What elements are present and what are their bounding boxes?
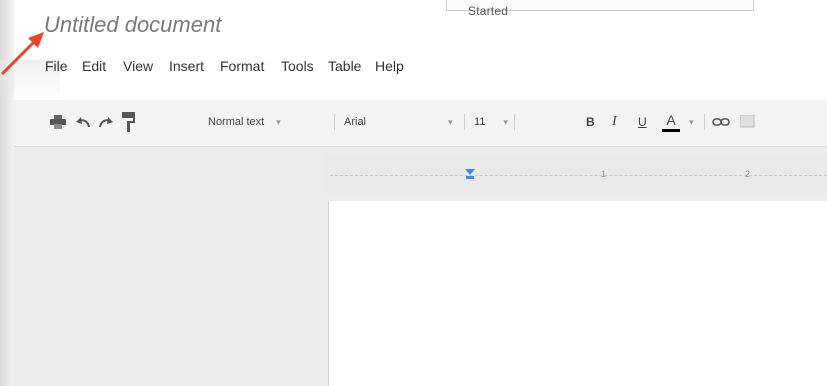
menu-help[interactable]: Help [375, 58, 404, 74]
document-workspace: 1 2 [14, 147, 827, 386]
font-size-value: 11 [474, 116, 486, 128]
font-select[interactable]: Arial ▾ [344, 110, 453, 134]
chevron-down-icon: ▾ [276, 116, 281, 127]
paint-format-button[interactable] [122, 110, 138, 134]
toolbar-divider [464, 114, 465, 130]
menu-tools[interactable]: Tools [281, 58, 314, 74]
bold-button[interactable]: B [586, 110, 595, 134]
paint-format-icon [122, 112, 135, 132]
text-color-label: A [666, 111, 676, 128]
menu-view[interactable]: View [123, 58, 153, 74]
undo-button[interactable] [75, 110, 93, 134]
text-color-swatch [662, 128, 680, 132]
chevron-down-icon: ▾ [689, 116, 694, 127]
ruler-label: 1 [601, 169, 607, 179]
menu-table[interactable]: Table [328, 58, 361, 74]
menu-file[interactable]: File [45, 58, 68, 74]
insert-comment-button[interactable] [740, 110, 760, 134]
document-page[interactable] [328, 201, 827, 386]
print-button[interactable] [50, 110, 68, 134]
paragraph-style-select[interactable]: Normal text ▾ [208, 110, 281, 134]
menu-edit[interactable]: Edit [82, 58, 106, 74]
print-icon [50, 115, 66, 129]
chevron-down-icon: ▾ [448, 116, 453, 127]
italic-button[interactable]: I [612, 110, 617, 134]
underline-button[interactable]: U [638, 110, 647, 134]
formatting-toolbar: Normal text ▾ Arial ▾ 11 ▾ B I U A ▾ [14, 100, 827, 147]
paragraph-style-value: Normal text [208, 116, 265, 128]
annotation-arrow [0, 32, 44, 76]
toolbar-divider [704, 114, 705, 130]
link-icon [712, 118, 730, 126]
redo-icon [99, 117, 113, 128]
tooltip-text: Started [468, 4, 509, 18]
text-color-button[interactable]: A [662, 110, 680, 134]
ruler-label: 2 [745, 169, 751, 179]
menu-format[interactable]: Format [220, 58, 264, 74]
font-value: Arial [344, 116, 367, 128]
horizontal-ruler[interactable]: 1 2 [324, 153, 827, 193]
ruler-track [330, 175, 827, 177]
toolbar-divider [334, 114, 335, 130]
chevron-down-icon: ▾ [503, 116, 508, 127]
indent-marker-icon[interactable] [465, 169, 475, 179]
comment-icon [740, 115, 755, 128]
document-title[interactable]: Untitled document [44, 12, 221, 38]
insert-link-button[interactable] [712, 110, 732, 134]
menu-insert[interactable]: Insert [169, 58, 204, 74]
undo-icon [76, 117, 90, 128]
toolbar-divider [514, 114, 515, 130]
redo-button[interactable] [98, 110, 116, 134]
font-size-select[interactable]: 11 ▾ [474, 110, 508, 134]
